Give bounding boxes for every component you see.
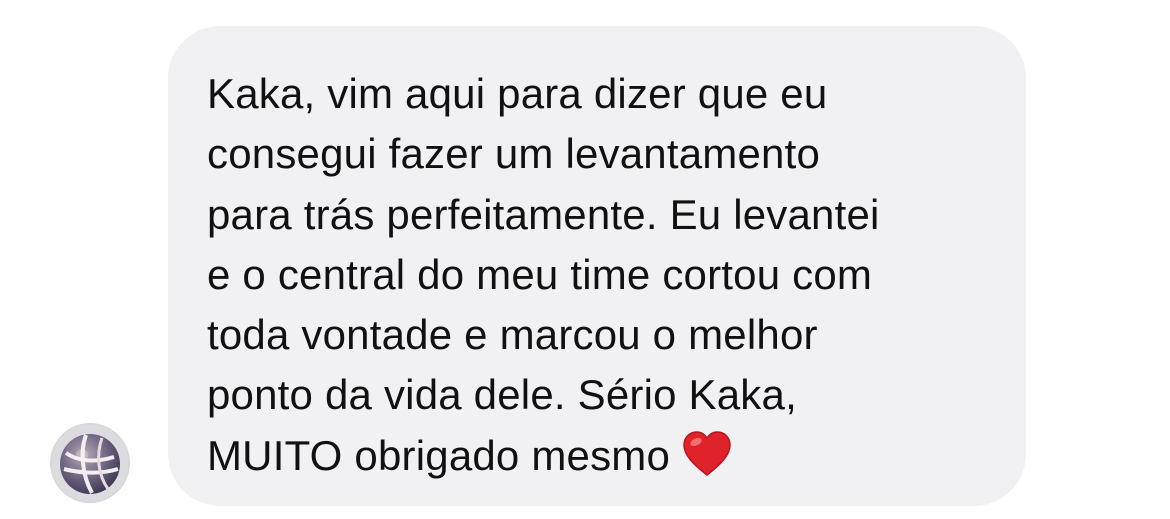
message-body: Kaka, vim aqui para dizer que eu consegu… [207, 70, 880, 479]
message-bubble[interactable]: Kaka, vim aqui para dizer que eu consegu… [168, 26, 1026, 506]
volleyball-icon [52, 425, 128, 501]
sender-avatar[interactable] [50, 423, 130, 503]
message-text: Kaka, vim aqui para dizer que eu consegu… [207, 64, 996, 486]
heart-icon [683, 431, 731, 476]
